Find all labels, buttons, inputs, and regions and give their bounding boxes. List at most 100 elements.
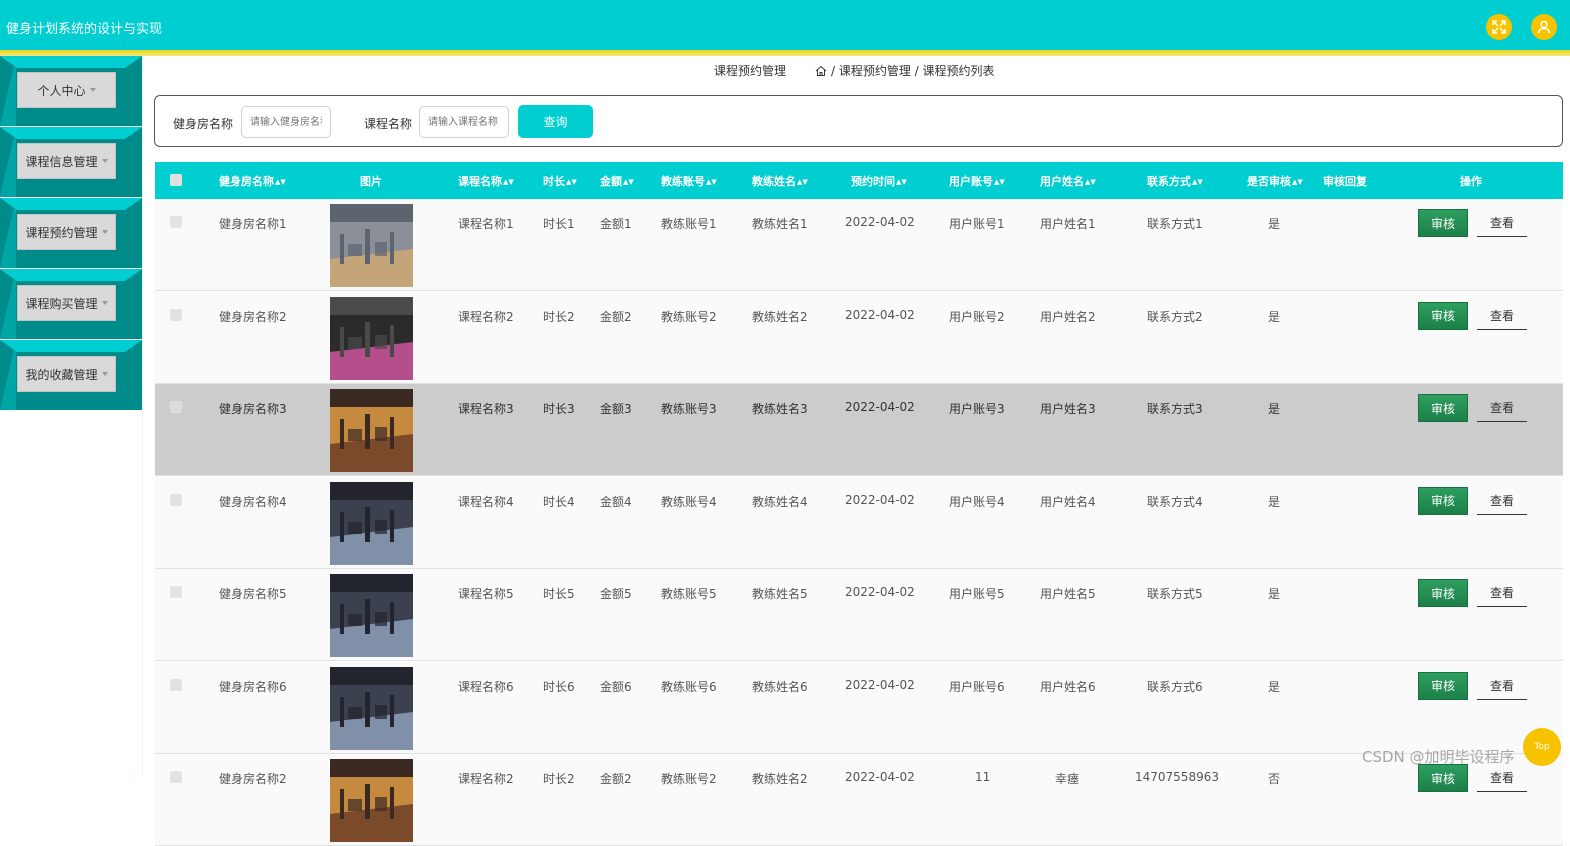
cell-coach-name: 教练姓名2	[752, 772, 808, 786]
sort-icon: ▲▼	[1292, 178, 1303, 186]
view-button[interactable]: 查看	[1477, 672, 1527, 700]
cell-coach-account: 教练账号1	[661, 217, 717, 231]
row-checkbox[interactable]	[170, 678, 182, 691]
cell-audited: 是	[1268, 494, 1281, 509]
view-button[interactable]: 查看	[1477, 487, 1527, 515]
cell-duration: 时长3	[543, 402, 575, 416]
cell-course-name: 课程名称2	[458, 772, 514, 786]
header-booking-time[interactable]: 预约时间▲▼	[851, 173, 907, 189]
sort-icon: ▲▼	[797, 178, 808, 186]
sidebar-button-personal-center[interactable]: 个人中心	[17, 72, 116, 108]
header-user-name[interactable]: 用户姓名▲▼	[1040, 173, 1096, 189]
sidebar-button-course-booking[interactable]: 课程预约管理	[17, 214, 116, 250]
cell-duration: 时长4	[543, 494, 575, 509]
cell-user-account: 用户账号2	[949, 309, 1005, 324]
search-button[interactable]: 查询	[518, 105, 593, 138]
cell-duration: 时长5	[543, 587, 575, 601]
cell-booking-time: 2022-04-02	[845, 770, 915, 784]
cell-user-name: 用户姓名3	[1040, 402, 1096, 416]
header-coach-name[interactable]: 教练姓名▲▼	[752, 173, 808, 189]
course-name-input[interactable]	[419, 106, 509, 138]
gym-name-input[interactable]	[241, 106, 331, 138]
row-checkbox[interactable]	[170, 308, 182, 321]
cell-coach-account: 教练账号4	[661, 494, 717, 509]
cell-course-name: 课程名称1	[458, 217, 514, 231]
header-gym-name[interactable]: 健身房名称▲▼	[219, 173, 286, 189]
header-duration[interactable]: 时长▲▼	[543, 173, 577, 189]
sort-icon: ▲▼	[706, 178, 717, 186]
audit-button[interactable]: 审核	[1418, 579, 1468, 607]
row-checkbox[interactable]	[170, 493, 182, 506]
cell-amount: 金额2	[600, 309, 632, 324]
cell-contact: 联系方式5	[1147, 587, 1203, 601]
cell-contact: 联系方式6	[1147, 679, 1203, 694]
caret-down-icon	[89, 88, 96, 92]
course-name-label: 课程名称	[364, 117, 413, 131]
sort-icon: ▲▼	[566, 178, 577, 186]
cell-booking-time: 2022-04-02	[845, 585, 915, 599]
caret-down-icon	[101, 159, 108, 163]
header-course-name[interactable]: 课程名称▲▼	[458, 173, 514, 189]
row-checkbox[interactable]	[170, 586, 182, 598]
sidebar-item-course-purchase: 课程购买管理	[0, 269, 142, 339]
audit-button[interactable]: 审核	[1418, 209, 1468, 237]
view-button[interactable]: 查看	[1477, 579, 1527, 607]
audit-button[interactable]: 审核	[1418, 764, 1468, 792]
cell-user-account: 11	[975, 770, 991, 784]
app-title: 健身计划系统的设计与实现	[6, 22, 163, 37]
sidebar-button-course-purchase[interactable]: 课程购买管理	[17, 285, 116, 321]
cell-audited: 否	[1268, 772, 1281, 786]
view-button[interactable]: 查看	[1477, 764, 1527, 792]
cell-gym-name: 健身房名称1	[219, 217, 287, 231]
header-coach-account[interactable]: 教练账号▲▼	[661, 173, 717, 189]
cell-user-name: 用户姓名4	[1040, 494, 1096, 509]
audit-button[interactable]: 审核	[1418, 671, 1468, 700]
view-button[interactable]: 查看	[1477, 302, 1527, 330]
fullscreen-button[interactable]	[1486, 14, 1512, 40]
audit-button[interactable]: 审核	[1418, 301, 1468, 330]
header-user-account[interactable]: 用户账号▲▼	[949, 173, 1005, 189]
cell-coach-name: 教练姓名4	[752, 494, 808, 509]
header-audited[interactable]: 是否审核▲▼	[1247, 173, 1303, 189]
cell-gym-name: 健身房名称6	[219, 679, 287, 694]
breadcrumb-path: / 课程预约管理 / 课程预约列表	[831, 64, 995, 78]
header-contact[interactable]: 联系方式▲▼	[1147, 173, 1203, 189]
row-checkbox[interactable]	[170, 771, 182, 783]
row-checkbox[interactable]	[170, 401, 182, 413]
caret-down-icon	[101, 372, 108, 376]
cell-duration: 时长2	[543, 772, 575, 786]
cell-gym-name: 健身房名称4	[219, 494, 287, 509]
audit-button[interactable]: 审核	[1418, 394, 1468, 422]
back-to-top-button[interactable]: Top	[1523, 728, 1561, 766]
sidebar-item-course-booking: 课程预约管理	[0, 198, 142, 268]
gym-photo	[330, 574, 413, 657]
view-button[interactable]: 查看	[1477, 394, 1527, 422]
cell-amount: 金额2	[600, 772, 632, 786]
cell-contact: 联系方式2	[1147, 309, 1203, 324]
cell-booking-time: 2022-04-02	[845, 215, 915, 229]
sidebar-button-course-info[interactable]: 课程信息管理	[17, 143, 116, 179]
sidebar-item-personal-center: 个人中心	[0, 56, 142, 126]
sort-icon: ▲▼	[275, 178, 286, 186]
cell-coach-account: 教练账号2	[661, 772, 717, 786]
sidebar-item-label: 课程购买管理	[25, 296, 98, 311]
sort-icon: ▲▼	[623, 178, 634, 186]
csdn-watermark: CSDN @加明毕设程序	[1362, 748, 1515, 766]
row-checkbox[interactable]	[170, 216, 182, 228]
audit-button[interactable]: 审核	[1418, 486, 1468, 515]
cell-coach-account: 教练账号6	[661, 679, 717, 694]
header-accent-strip	[0, 50, 1570, 56]
cell-user-name: 用户姓名2	[1040, 309, 1096, 324]
cell-duration: 时长6	[543, 679, 575, 694]
view-button[interactable]: 查看	[1477, 209, 1527, 237]
cell-coach-name: 教练姓名3	[752, 402, 808, 416]
sidebar-item-label: 个人中心	[37, 83, 86, 98]
cell-course-name: 课程名称3	[458, 402, 514, 416]
header-amount[interactable]: 金额▲▼	[600, 173, 634, 189]
select-all-checkbox[interactable]	[170, 174, 182, 186]
user-menu-button[interactable]	[1531, 14, 1557, 40]
sidebar-button-favorites[interactable]: 我的收藏管理	[17, 356, 116, 392]
cell-user-account: 用户账号1	[949, 217, 1005, 231]
home-icon[interactable]	[815, 65, 827, 77]
cell-coach-name: 教练姓名5	[752, 587, 808, 601]
